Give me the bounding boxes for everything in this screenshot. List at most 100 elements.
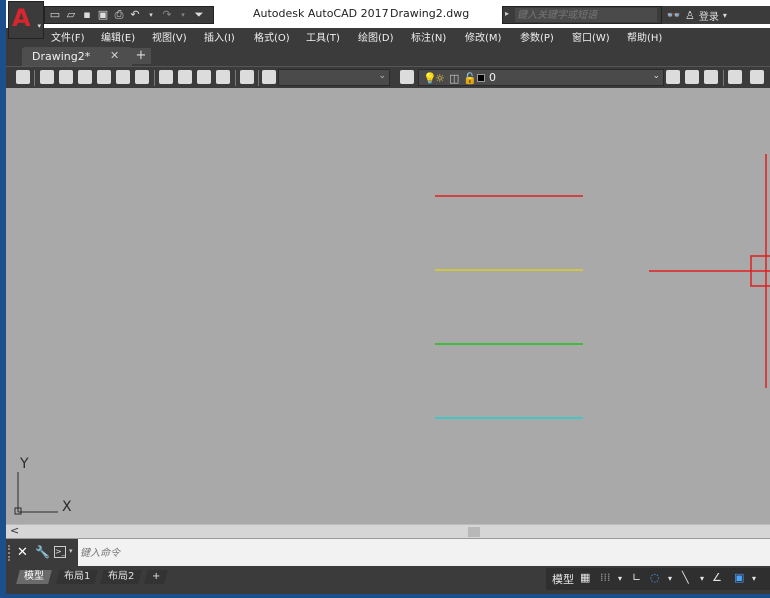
- account-area: 👓 ♙ 登录 ▾: [662, 6, 770, 24]
- status-bar: 模型 布局1 布局2 + 模型 ▦ ⁞⁞⁞ ▾ ∟ ◌ ▾ ╲ ▾ ∠ ▣ ▾: [6, 566, 770, 594]
- toolbar-separator: [34, 70, 35, 86]
- ucs-x-label: X: [62, 499, 72, 515]
- toolbar-separator: [154, 70, 155, 86]
- open-file-icon[interactable]: ▱: [65, 9, 77, 21]
- toolbar-separator: [723, 70, 724, 86]
- add-layout-button[interactable]: +: [144, 570, 169, 584]
- login-button[interactable]: 登录: [699, 8, 719, 23]
- drag-handle-icon[interactable]: [8, 545, 11, 561]
- ucs-icon: Y X: [14, 456, 72, 515]
- redo-dropdown-icon[interactable]: ▾: [177, 9, 189, 21]
- command-line: ✕ 🔧 >_ ▾: [6, 538, 770, 567]
- model-space-button[interactable]: 模型: [552, 571, 574, 587]
- menu-format[interactable]: 格式(O): [254, 29, 290, 44]
- scroll-left-icon[interactable]: <: [10, 524, 19, 537]
- menu-modify[interactable]: 修改(M): [465, 29, 501, 44]
- sw-iso-icon[interactable]: [159, 70, 173, 84]
- grid-icon[interactable]: ▦: [580, 571, 590, 584]
- isodraft-icon[interactable]: ╲: [682, 571, 689, 584]
- menu-window[interactable]: 窗口(W): [572, 29, 610, 44]
- se-iso-icon[interactable]: [178, 70, 192, 84]
- layer-properties-icon[interactable]: [400, 70, 414, 84]
- view-manager-icon[interactable]: [16, 70, 30, 84]
- search-input[interactable]: [515, 8, 657, 22]
- user-icon: ♙: [684, 8, 695, 22]
- menu-edit[interactable]: 编辑(E): [101, 29, 135, 44]
- new-file-icon[interactable]: ▭: [49, 9, 61, 21]
- ortho-icon[interactable]: ∟: [632, 571, 641, 584]
- current-layer-name: 0: [489, 71, 496, 84]
- quick-access-toolbar: ▭ ▱ ▪ ▣ ⎙ ↶ ▾ ↷ ▾ ⏷: [44, 6, 214, 24]
- layer-dropdown[interactable]: 💡 ☼ ◫ 🔓 0 ⌄: [418, 69, 664, 86]
- command-line-controls: ✕ 🔧 >_ ▾: [6, 539, 78, 567]
- close-tab-icon[interactable]: ✕: [110, 49, 119, 62]
- snap-dropdown-icon[interactable]: ▾: [618, 574, 622, 583]
- layer-previous-icon[interactable]: [685, 70, 699, 84]
- horizontal-scrollbar[interactable]: <: [6, 524, 770, 538]
- binoculars-icon[interactable]: 👓: [666, 8, 681, 22]
- application-menu-button[interactable]: A ▾: [8, 1, 44, 39]
- customize-qat-icon[interactable]: ⏷: [193, 9, 205, 21]
- print-icon[interactable]: ⎙: [113, 9, 125, 21]
- menu-parametric[interactable]: 参数(P): [520, 29, 554, 44]
- scrollbar-thumb[interactable]: [468, 527, 480, 537]
- view-dropdown[interactable]: ⌄: [278, 69, 390, 86]
- camera-icon[interactable]: [240, 70, 254, 84]
- wrench-icon[interactable]: 🔧: [35, 545, 50, 559]
- toolbar-separator: [235, 70, 236, 86]
- redo-icon[interactable]: ↷: [161, 9, 173, 21]
- tab-layout1[interactable]: 布局1: [56, 570, 99, 584]
- chevron-down-icon[interactable]: ▾: [69, 547, 73, 555]
- bottom-view-icon[interactable]: [59, 70, 73, 84]
- object-snap-icon[interactable]: ▣: [734, 571, 744, 584]
- app-title: Autodesk AutoCAD 2017: [253, 7, 389, 20]
- right-view-icon[interactable]: [97, 70, 111, 84]
- command-input[interactable]: [80, 545, 680, 561]
- menu-dimension[interactable]: 标注(N): [411, 29, 446, 44]
- linear-dimension-icon[interactable]: [728, 70, 742, 84]
- make-current-layer-icon[interactable]: [666, 70, 680, 84]
- menu-view[interactable]: 视图(V): [152, 29, 187, 44]
- menu-help[interactable]: 帮助(H): [627, 29, 662, 44]
- object-snap-tracking-icon[interactable]: ∠: [712, 571, 722, 584]
- save-as-icon[interactable]: ▣: [97, 9, 109, 21]
- front-view-icon[interactable]: [116, 70, 130, 84]
- undo-dropdown-icon[interactable]: ▾: [145, 9, 157, 21]
- nw-iso-icon[interactable]: [216, 70, 230, 84]
- left-view-icon[interactable]: [78, 70, 92, 84]
- drawing-area[interactable]: Y X: [6, 88, 770, 524]
- autocad-logo-icon: A: [12, 4, 31, 32]
- undo-icon[interactable]: ↶: [129, 9, 141, 21]
- top-view-icon[interactable]: [40, 70, 54, 84]
- tab-layout2[interactable]: 布局2: [100, 570, 143, 584]
- object-snap-dropdown-icon[interactable]: ▾: [752, 574, 756, 583]
- login-dropdown-icon[interactable]: ▾: [723, 11, 727, 20]
- new-tab-button[interactable]: +: [131, 48, 151, 64]
- isodraft-dropdown-icon[interactable]: ▾: [700, 574, 704, 583]
- tab-drawing2[interactable]: Drawing2* ✕: [22, 47, 132, 66]
- menu-insert[interactable]: 插入(I): [204, 29, 235, 44]
- layer-states-icon[interactable]: [704, 70, 718, 84]
- aligned-dimension-icon[interactable]: [750, 70, 764, 84]
- menu-tools[interactable]: 工具(T): [306, 29, 340, 44]
- tab-label: Drawing2*: [32, 50, 91, 63]
- back-view-icon[interactable]: [135, 70, 149, 84]
- tab-model[interactable]: 模型: [16, 570, 52, 584]
- command-prompt-icon[interactable]: >_: [54, 546, 66, 558]
- title-bar: A ▾ ▭ ▱ ▪ ▣ ⎙ ↶ ▾ ↷ ▾ ⏷ Autodesk AutoCAD…: [6, 0, 770, 39]
- menu-file[interactable]: 文件(F): [51, 29, 85, 44]
- close-icon[interactable]: ✕: [17, 545, 28, 560]
- polar-tracking-icon[interactable]: ◌: [650, 571, 660, 584]
- toolbar: ⌄ 💡 ☼ ◫ 🔓 0 ⌄: [6, 66, 770, 88]
- expand-arrow-icon[interactable]: ▸: [505, 9, 509, 18]
- chevron-down-icon: ⌄: [652, 71, 660, 81]
- sun-icon: ☼: [435, 72, 445, 85]
- ne-iso-icon[interactable]: [197, 70, 211, 84]
- document-title: Drawing2.dwg: [390, 7, 470, 20]
- snap-mode-icon[interactable]: ⁞⁞⁞: [600, 571, 611, 584]
- menu-draw[interactable]: 绘图(D): [358, 29, 394, 44]
- save-icon[interactable]: ▪: [81, 9, 93, 21]
- view-properties-icon[interactable]: [262, 70, 276, 84]
- search-box: ▸: [502, 6, 662, 24]
- polar-dropdown-icon[interactable]: ▾: [668, 574, 672, 583]
